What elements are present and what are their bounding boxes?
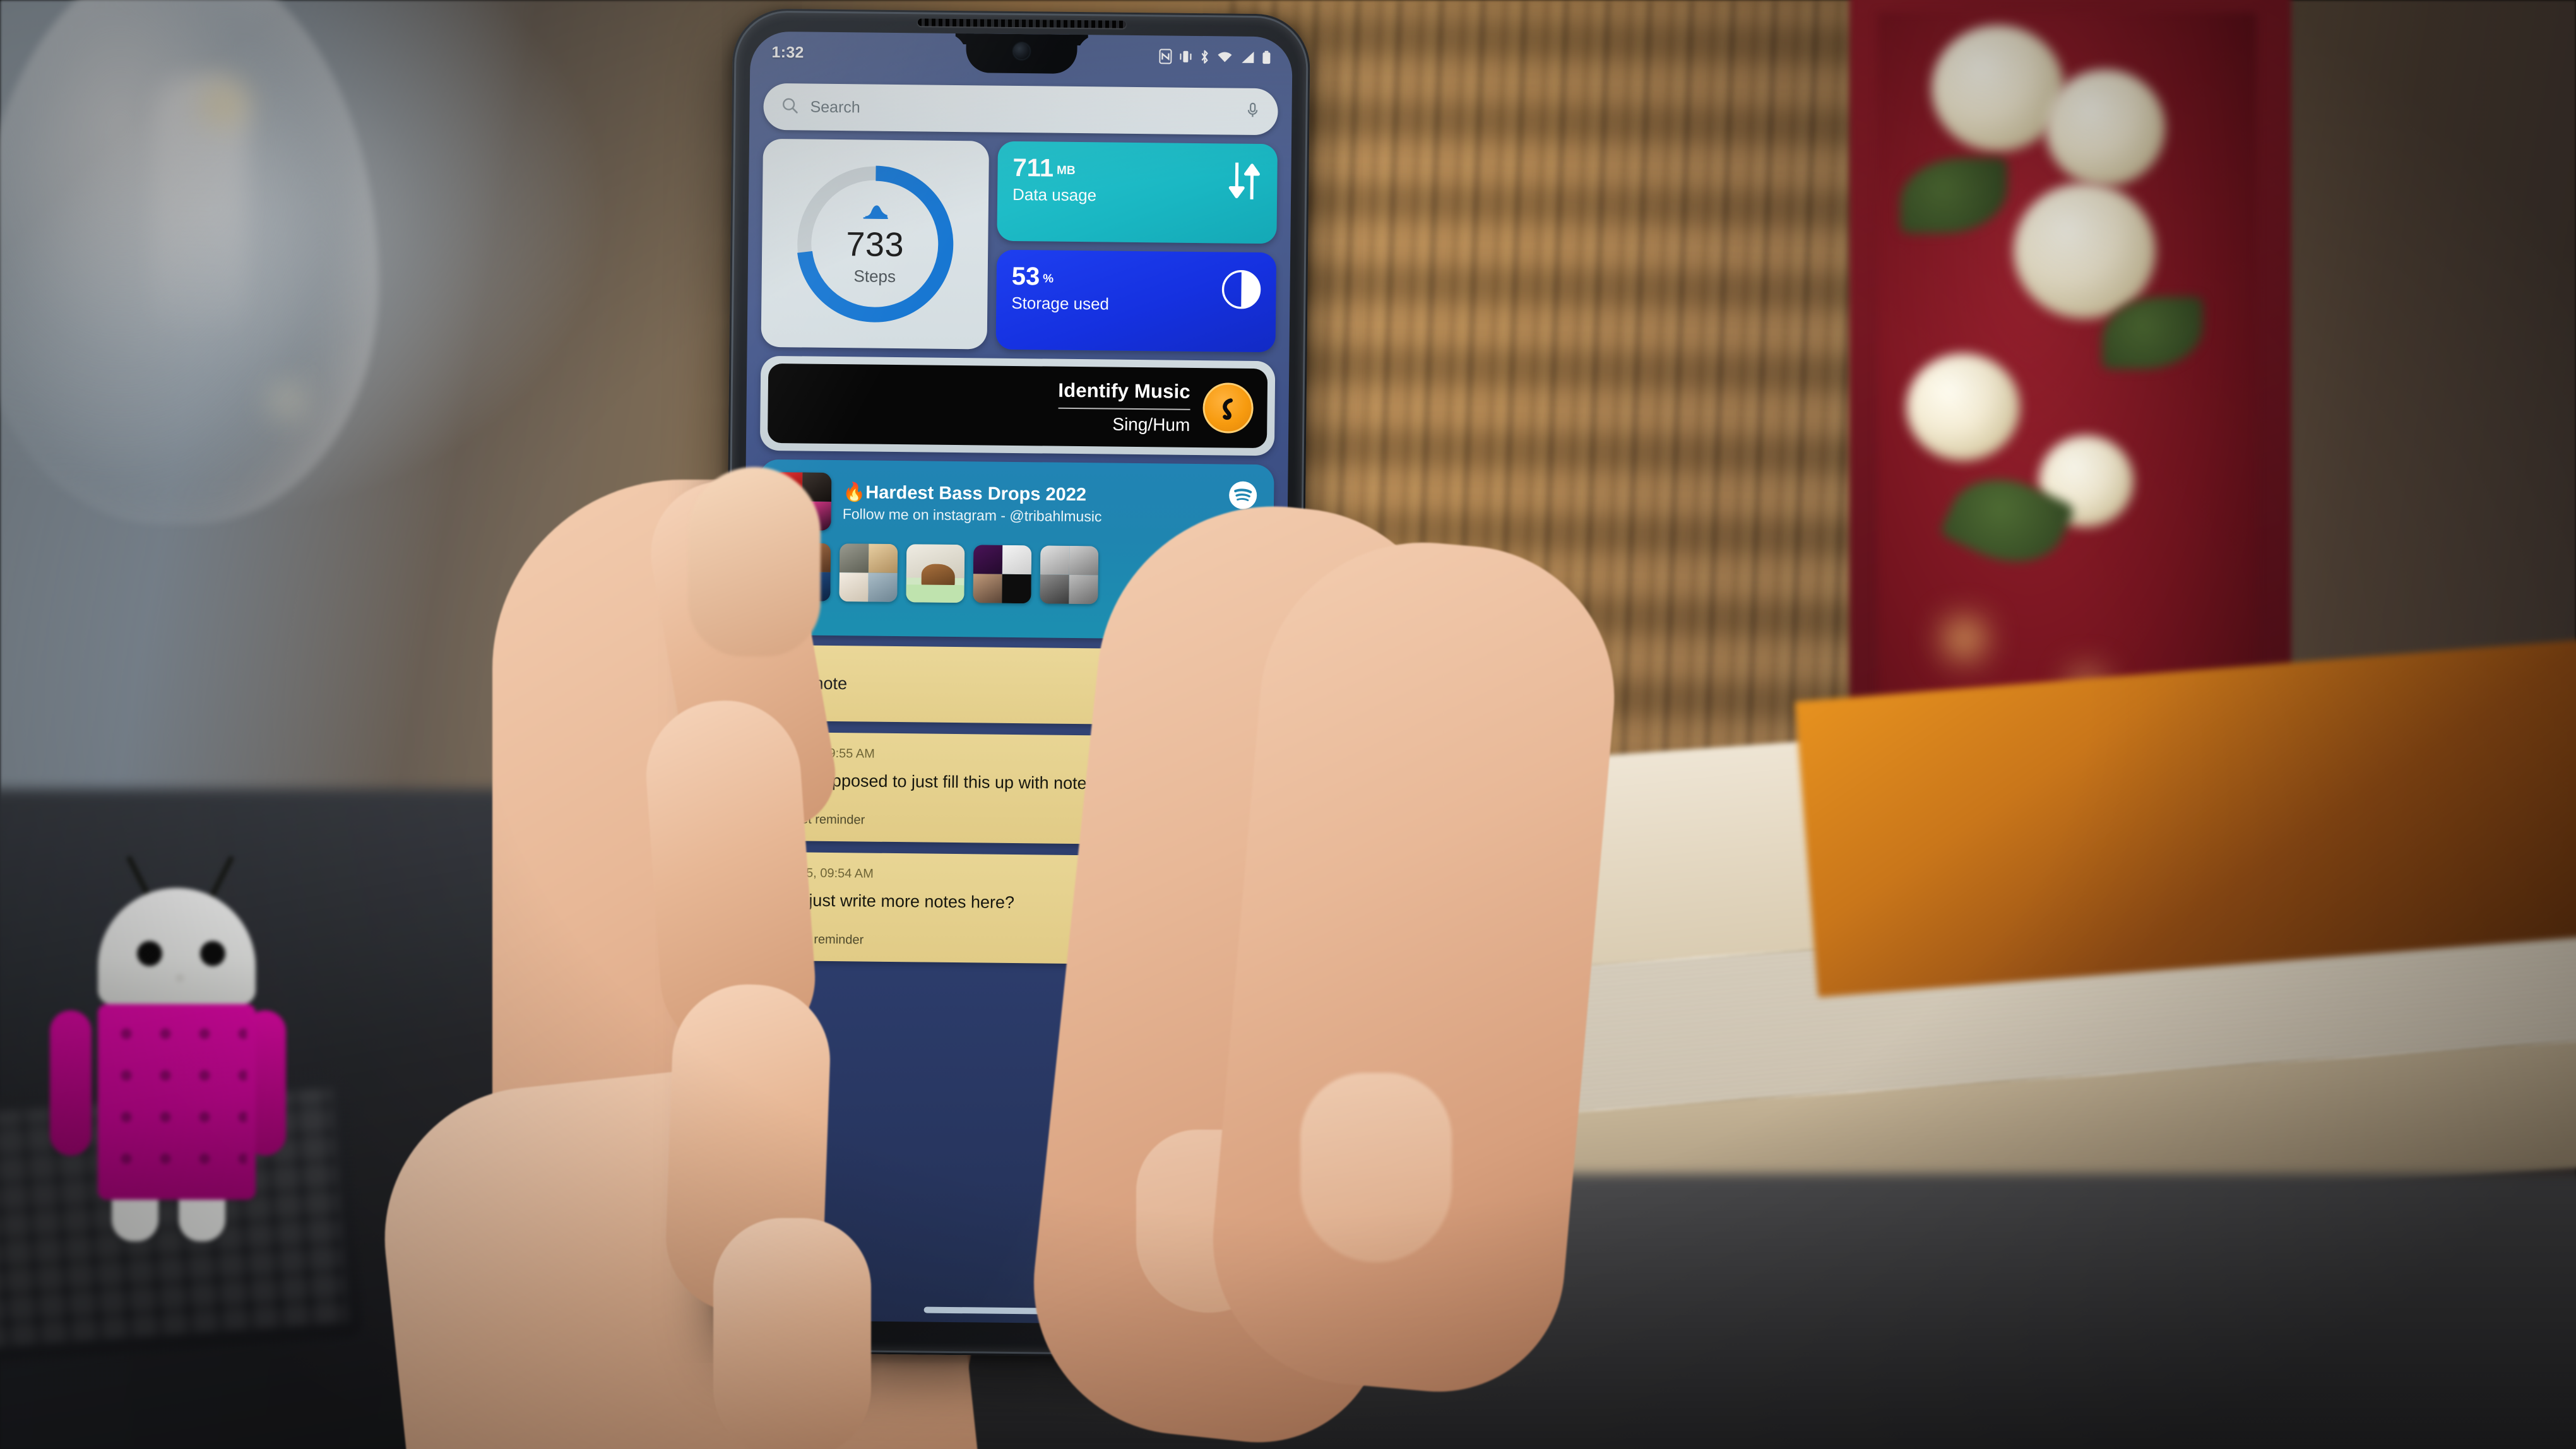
shoe-icon	[862, 201, 889, 223]
thumb-quadrant	[868, 543, 898, 574]
spotify-playlist-title: 🔥Hardest Bass Drops 2022	[842, 482, 1087, 505]
thumb-quadrant	[1040, 574, 1069, 604]
rose-flower	[1932, 25, 2064, 151]
thumb-quadrant	[1002, 545, 1032, 575]
microphone-icon[interactable]	[1245, 101, 1260, 122]
rose-flower	[2045, 69, 2165, 186]
search-bar[interactable]: Search	[763, 83, 1278, 136]
steps-label: Steps	[853, 266, 896, 286]
figurine-arm	[50, 1010, 92, 1156]
data-usage-label: Data usage	[1012, 184, 1097, 205]
figurine-head	[98, 888, 256, 1005]
shazam-panel[interactable]: Identify Music Sing/Hum	[767, 363, 1268, 449]
widget-stack-right: 711 MB Data usage 53 % Storage used	[995, 141, 1278, 353]
storage-value: 53	[1011, 262, 1040, 291]
steps-widget[interactable]: 733 Steps	[761, 138, 989, 350]
widget-row-top: 733 Steps 711 MB Data usage 53 % Storage…	[761, 138, 1278, 353]
status-clock: 1:32	[771, 43, 804, 61]
finger-pinky	[713, 1218, 871, 1449]
shazam-divider	[1058, 407, 1190, 410]
signal-icon	[1240, 50, 1255, 65]
steps-center: 733 Steps	[790, 158, 961, 329]
thumb-quadrant	[868, 572, 898, 603]
search-icon	[781, 97, 798, 117]
vibrate-icon	[1178, 49, 1192, 64]
spotify-header: 🔥Hardest Bass Drops 2022 Follow me on in…	[773, 471, 1261, 535]
shazam-icon[interactable]	[1202, 382, 1254, 434]
thumb-quadrant	[839, 572, 869, 602]
thumb-quadrant	[973, 574, 1002, 603]
data-transfer-icon	[1226, 160, 1262, 205]
thumb-bw-portrait[interactable]	[1040, 545, 1099, 605]
figurine-foot	[179, 1196, 225, 1241]
storage-widget[interactable]: 53% Storage used	[995, 249, 1277, 353]
bokeh-light	[271, 385, 302, 415]
shazam-widget[interactable]: Identify Music Sing/Hum	[759, 355, 1276, 456]
shazam-title: Identify Music	[1058, 379, 1191, 403]
thumb-quadrant	[1069, 545, 1099, 576]
steps-value: 733	[846, 225, 905, 264]
battery-icon	[1262, 50, 1271, 65]
thumb-quadrant	[839, 543, 869, 573]
android-figurine	[50, 855, 286, 1259]
bokeh-light	[202, 82, 246, 126]
thumb-quadrant	[1040, 545, 1070, 575]
data-usage-unit: MB	[1056, 163, 1076, 177]
shazam-subtitle: Sing/Hum	[1112, 414, 1190, 435]
rose-flower	[2014, 183, 2156, 319]
thumb-purple-art[interactable]	[973, 545, 1032, 604]
pie-chart-icon	[1221, 269, 1261, 312]
spotify-meta: 🔥Hardest Bass Drops 2022 Follow me on in…	[843, 482, 1261, 527]
storage-unit: %	[1043, 272, 1054, 286]
figurine-foot	[112, 1196, 158, 1241]
bokeh-light	[1944, 618, 1985, 659]
figurine-nose	[175, 974, 184, 983]
status-icons	[1159, 49, 1271, 65]
figurine-eye	[137, 941, 162, 966]
nfc-icon	[1159, 49, 1172, 64]
photo-scene: 1:32 Search 733 Steps 711 MB Data usage …	[0, 0, 2576, 1449]
thumb-dog-art[interactable]	[906, 544, 965, 603]
data-usage-value-row: 711 MB	[1012, 153, 1262, 183]
wifi-icon	[1216, 49, 1233, 64]
search-input[interactable]: Search	[810, 98, 1233, 121]
figurine-eye	[200, 941, 225, 966]
shazam-text: Identify Music Sing/Hum	[1058, 379, 1190, 435]
thumb-quadrant	[1069, 574, 1098, 605]
finger-tip-overlay	[688, 467, 821, 656]
bluetooth-icon	[1199, 49, 1209, 64]
front-camera	[1012, 42, 1030, 60]
thumb-quadrant	[973, 545, 1003, 574]
thumb-nail-overlay	[1300, 1073, 1452, 1262]
thumb-quadrant	[1002, 574, 1031, 604]
figurine-body	[98, 1004, 256, 1200]
steps-progress-ring: 733 Steps	[790, 158, 961, 329]
rose-flower	[1906, 353, 2020, 461]
thumb-collage-art[interactable]	[839, 543, 898, 603]
data-usage-value: 711	[1012, 153, 1054, 182]
thumb-region	[906, 584, 965, 603]
data-usage-widget[interactable]: 711 MB Data usage	[997, 141, 1278, 244]
